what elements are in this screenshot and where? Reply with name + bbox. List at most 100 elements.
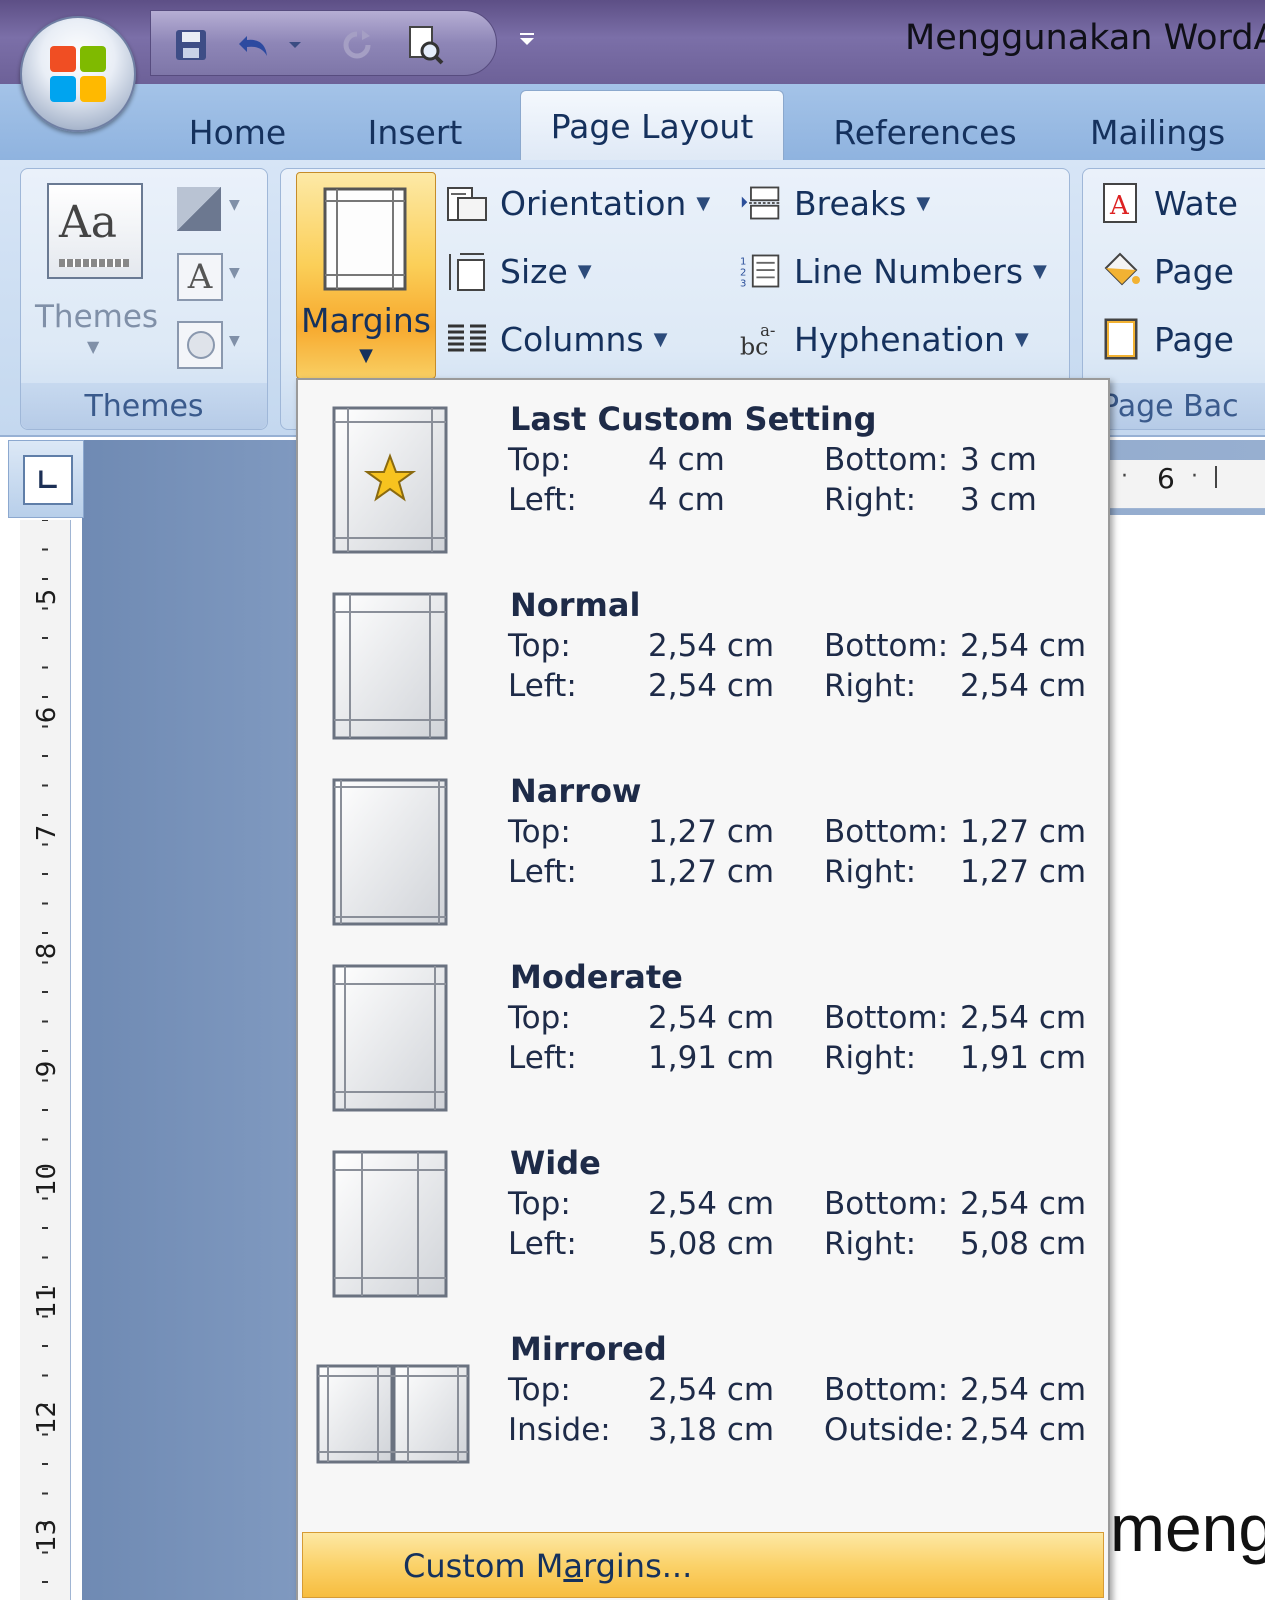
left-value: 5,08 cm bbox=[648, 1226, 775, 1262]
chevron-down-icon: ▼ bbox=[229, 333, 240, 349]
top-value: 2,54 cm bbox=[648, 1186, 775, 1222]
line-numbers-label: Line Numbers bbox=[794, 251, 1024, 291]
customize-qat-icon[interactable] bbox=[512, 24, 542, 54]
size-icon bbox=[446, 250, 488, 292]
theme-fonts-icon: A bbox=[177, 253, 223, 301]
undo-dropdown-icon[interactable] bbox=[283, 25, 307, 65]
right-label: Right: bbox=[824, 854, 917, 890]
hyphenation-button[interactable]: bc a- Hyphenation ▼ bbox=[740, 318, 1029, 361]
normal-page-icon bbox=[332, 592, 448, 740]
tab-selector[interactable]: ∟ bbox=[8, 440, 84, 518]
ruler-number: 9 bbox=[32, 1060, 62, 1078]
right-value: 1,91 cm bbox=[960, 1040, 1087, 1076]
watermark-button[interactable]: A Wate bbox=[1100, 182, 1238, 224]
watermark-label: Wate bbox=[1154, 183, 1238, 223]
horizontal-ruler[interactable]: · 6 · bbox=[1105, 460, 1265, 509]
save-icon[interactable] bbox=[171, 25, 211, 65]
top-label: Top: bbox=[508, 1186, 571, 1222]
margin-preset-last-custom-setting[interactable]: Last Custom Setting Top: 4 cm Bottom: 3 cm Le… bbox=[298, 388, 1108, 574]
left-label: Left: bbox=[508, 482, 577, 518]
right-label: Right: bbox=[824, 1226, 917, 1262]
tab-page-layout[interactable]: Page Layout bbox=[520, 90, 784, 161]
svg-text:1: 1 bbox=[740, 257, 746, 268]
bottom-value: 2,54 cm bbox=[960, 1372, 1087, 1408]
hyphenation-icon: bc a- bbox=[740, 318, 782, 360]
custom-margins-label: Custom Margins... bbox=[403, 1547, 693, 1585]
redo-icon[interactable] bbox=[337, 25, 377, 65]
custom-margins-menu-item[interactable]: Custom Margins... bbox=[302, 1532, 1104, 1598]
vertical-ruler[interactable]: 5 6 7 8 9 10 11 12 13 bbox=[20, 520, 71, 1600]
page-borders-button[interactable]: Page bbox=[1100, 318, 1234, 360]
chevron-down-icon: ▼ bbox=[577, 260, 592, 282]
orientation-icon bbox=[446, 182, 488, 224]
page-borders-icon bbox=[1100, 318, 1142, 360]
margins-button-label: Margins bbox=[301, 301, 431, 340]
theme-fonts-button[interactable]: A ▼ bbox=[173, 251, 249, 303]
margin-preset-wide[interactable]: Wide Top: 2,54 cm Bottom: 2,54 cm Left: 5,08 c… bbox=[298, 1132, 1108, 1318]
right-label: Right: bbox=[824, 668, 917, 704]
chevron-down-icon: ▼ bbox=[359, 345, 373, 366]
hyphenation-label: Hyphenation bbox=[794, 319, 1005, 359]
tab-mailings[interactable]: Mailings bbox=[1090, 104, 1265, 160]
orientation-button[interactable]: Orientation ▼ bbox=[446, 182, 710, 224]
columns-icon bbox=[446, 318, 488, 360]
breaks-icon bbox=[740, 182, 782, 224]
preset-name: Moderate bbox=[510, 958, 683, 996]
top-label: Top: bbox=[508, 1000, 571, 1036]
ruler-number: 6 bbox=[32, 706, 62, 724]
ruler-dot: · bbox=[1191, 464, 1198, 489]
ribbon-tab-strip: Home Insert Page Layout References Maili… bbox=[0, 84, 1265, 161]
columns-label: Columns bbox=[500, 319, 644, 359]
theme-colors-button[interactable]: ▼ bbox=[173, 183, 249, 235]
right-value: 3 cm bbox=[960, 482, 1037, 518]
window-title: Menggunakan WordA bbox=[905, 18, 1265, 58]
document-text[interactable]: meng bbox=[1110, 1490, 1265, 1566]
ruler-dot: · bbox=[1121, 464, 1128, 489]
margin-preset-narrow[interactable]: Narrow Top: 1,27 cm Bottom: 1,27 cm Left: 1,27… bbox=[298, 760, 1108, 946]
margin-preset-normal[interactable]: Normal Top: 2,54 cm Bottom: 2,54 cm Left: 2,54… bbox=[298, 574, 1108, 760]
themes-icon: Aa bbox=[47, 183, 143, 279]
bottom-value: 2,54 cm bbox=[960, 628, 1087, 664]
watermark-icon: A bbox=[1100, 182, 1142, 224]
svg-text:A: A bbox=[1109, 191, 1130, 221]
tab-insert[interactable]: Insert bbox=[350, 104, 480, 160]
top-value: 2,54 cm bbox=[648, 1000, 775, 1036]
ruler-tick bbox=[1215, 466, 1217, 488]
office-button[interactable] bbox=[20, 16, 136, 132]
right-value: 1,27 cm bbox=[960, 854, 1087, 890]
breaks-label: Breaks bbox=[794, 183, 907, 223]
undo-icon[interactable] bbox=[235, 25, 275, 65]
page-background-group-label: Page Bac bbox=[1083, 383, 1265, 429]
ruler-number: 5 bbox=[32, 588, 62, 606]
document-page[interactable] bbox=[1110, 515, 1265, 1600]
tab-references[interactable]: References bbox=[820, 104, 1030, 160]
mirrored-page-icon bbox=[316, 1364, 470, 1464]
ruler-number: 12 bbox=[32, 1400, 62, 1434]
top-label: Top: bbox=[508, 1372, 571, 1408]
size-button[interactable]: Size ▼ bbox=[446, 250, 592, 292]
ruler-number: 11 bbox=[32, 1284, 62, 1318]
margin-preset-moderate[interactable]: Moderate Top: 2,54 cm Bottom: 2,54 cm Left: 1,… bbox=[298, 946, 1108, 1132]
chevron-down-icon: ▼ bbox=[916, 192, 931, 214]
left-value: 2,54 cm bbox=[648, 668, 775, 704]
theme-effects-icon bbox=[177, 321, 223, 369]
left-label: Left: bbox=[508, 1226, 577, 1262]
left-value: 1,91 cm bbox=[648, 1040, 775, 1076]
themes-button[interactable]: Aa Themes ▼ bbox=[35, 179, 165, 359]
theme-effects-button[interactable]: ▼ bbox=[173, 319, 249, 371]
ruler-number: 8 bbox=[32, 942, 62, 960]
page-color-button[interactable]: Page bbox=[1100, 250, 1234, 292]
line-numbers-icon: 123 bbox=[740, 250, 782, 292]
margin-preset-mirrored[interactable]: Mirrored Top: 2,54 cm Bottom: 2,54 cm Inside:… bbox=[298, 1318, 1108, 1504]
columns-button[interactable]: Columns ▼ bbox=[446, 318, 667, 360]
right-value: 5,08 cm bbox=[960, 1226, 1087, 1262]
margins-button[interactable]: Margins ▼ bbox=[296, 172, 436, 379]
print-preview-icon[interactable] bbox=[405, 25, 445, 65]
breaks-button[interactable]: Breaks ▼ bbox=[740, 182, 930, 224]
tab-home[interactable]: Home bbox=[175, 104, 300, 160]
ruler-number: 7 bbox=[32, 824, 62, 842]
right-value: 2,54 cm bbox=[960, 1412, 1087, 1448]
svg-text:2: 2 bbox=[740, 268, 746, 279]
left-label: Inside: bbox=[508, 1412, 611, 1448]
line-numbers-button[interactable]: 123 Line Numbers ▼ bbox=[740, 250, 1047, 292]
